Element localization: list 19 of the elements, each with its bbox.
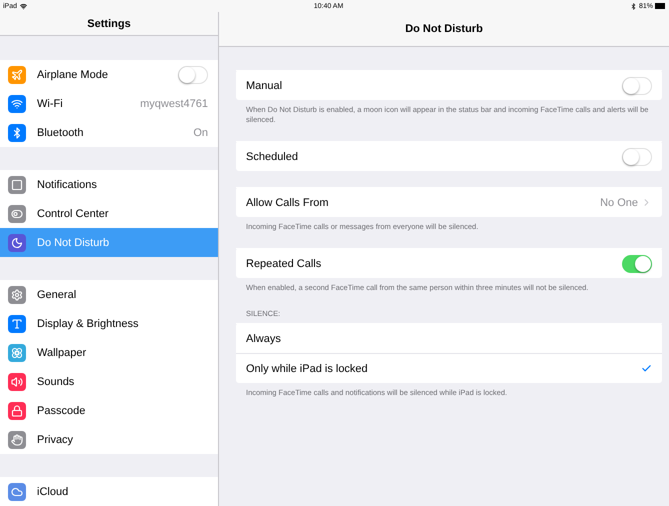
settings-row[interactable]: Allow Calls From No One <box>236 187 662 217</box>
toggle-switch[interactable] <box>622 254 652 272</box>
setting-value: On <box>193 126 208 138</box>
settings-row[interactable]: Scheduled <box>236 141 662 171</box>
battery-icon <box>655 3 666 9</box>
settings-row[interactable]: Always <box>236 323 662 353</box>
bluetooth-icon <box>630 2 637 10</box>
sidebar-title: Settings <box>87 18 131 30</box>
detail-title: Do Not Disturb <box>405 23 483 35</box>
toggle-switch[interactable] <box>622 148 652 166</box>
setting-value: myqwest4761 <box>140 98 208 110</box>
toggle-switch[interactable] <box>622 76 652 94</box>
settings-row[interactable]: Repeated Calls <box>236 248 662 278</box>
checkmark-icon <box>641 363 652 374</box>
settings-row[interactable]: Manual <box>236 70 662 100</box>
settings-row[interactable]: Only while iPad is locked <box>236 353 662 383</box>
toggle-switch[interactable] <box>178 66 208 84</box>
wifi-icon <box>20 2 28 10</box>
setting-value: No One <box>600 196 638 208</box>
